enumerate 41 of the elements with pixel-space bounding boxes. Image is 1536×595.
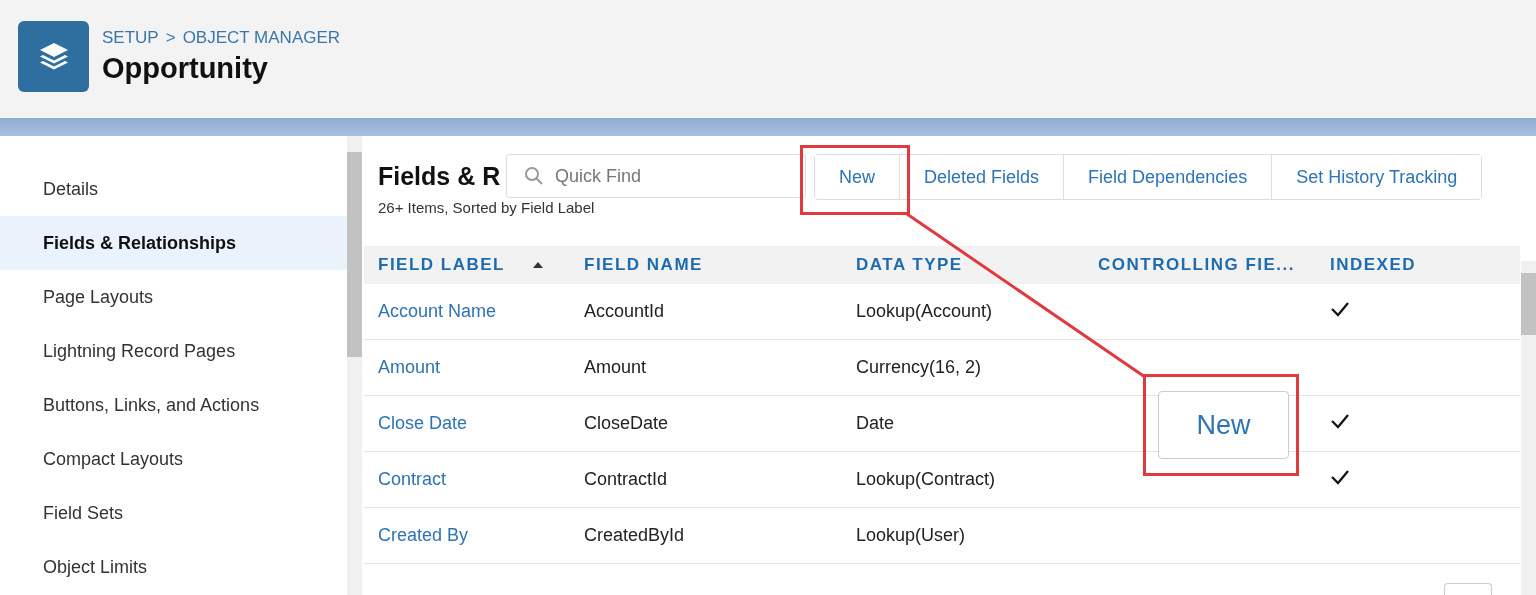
column-header[interactable]: FIELD NAME [584,255,703,275]
sidebar-item[interactable]: Field Sets [0,486,347,541]
sidebar-item[interactable]: Buttons, Links, and Actions [0,378,347,433]
sidebar-item[interactable]: Compact Layouts [0,432,347,487]
sidebar-item[interactable]: Object Limits [0,540,347,595]
field-link[interactable]: Amount [378,357,441,377]
sidebar-item[interactable]: Lightning Record Pages [0,324,347,379]
scrollbar[interactable] [347,136,362,595]
column-header[interactable]: CONTROLLING FIE... [1098,255,1295,275]
table-cell: Currency(16, 2) [856,357,982,377]
table-cell: Lookup(Account) [856,301,993,321]
search-field[interactable]: Quick Find [506,154,806,198]
column-header[interactable]: DATA TYPE [856,255,963,275]
column-header[interactable]: INDEXED [1330,255,1417,275]
table-cell: Date [856,413,895,433]
table-cell: CreatedById [584,525,685,545]
section-subtitle: 26+ Items, Sorted by Field Label [378,199,595,216]
scrollbar[interactable] [1521,261,1536,595]
sidebar-item[interactable]: Page Layouts [0,270,347,325]
breadcrumb-separator: > [165,27,176,48]
table-cell: Lookup(Contract) [856,469,996,489]
table-cell: CloseDate [584,413,669,433]
table-cell: Amount [584,357,647,377]
sidebar-item[interactable]: Fields & Relationships [0,216,347,271]
enlarged-new-button[interactable]: New [1158,391,1289,459]
search-icon [524,166,544,186]
table-cell: AccountId [584,301,665,321]
object-title: Opportunity [102,51,269,85]
section-heading: Fields & R [378,162,501,191]
table-cell: Lookup(User) [856,525,966,545]
toolbar-button[interactable]: Set History Tracking [1271,155,1482,199]
table-cell: ContractId [584,469,668,489]
field-link[interactable]: Account Name [378,301,497,321]
field-link[interactable]: Created By [378,525,469,545]
breadcrumb-link[interactable]: OBJECT MANAGER [182,27,341,48]
stack-icon [18,20,89,92]
field-link[interactable]: Contract [378,469,447,489]
column-header[interactable]: FIELD LABEL [378,255,505,275]
breadcrumb-link[interactable]: SETUP [102,27,159,48]
field-link[interactable]: Close Date [378,413,468,433]
sidebar-item[interactable]: Details [0,162,347,217]
